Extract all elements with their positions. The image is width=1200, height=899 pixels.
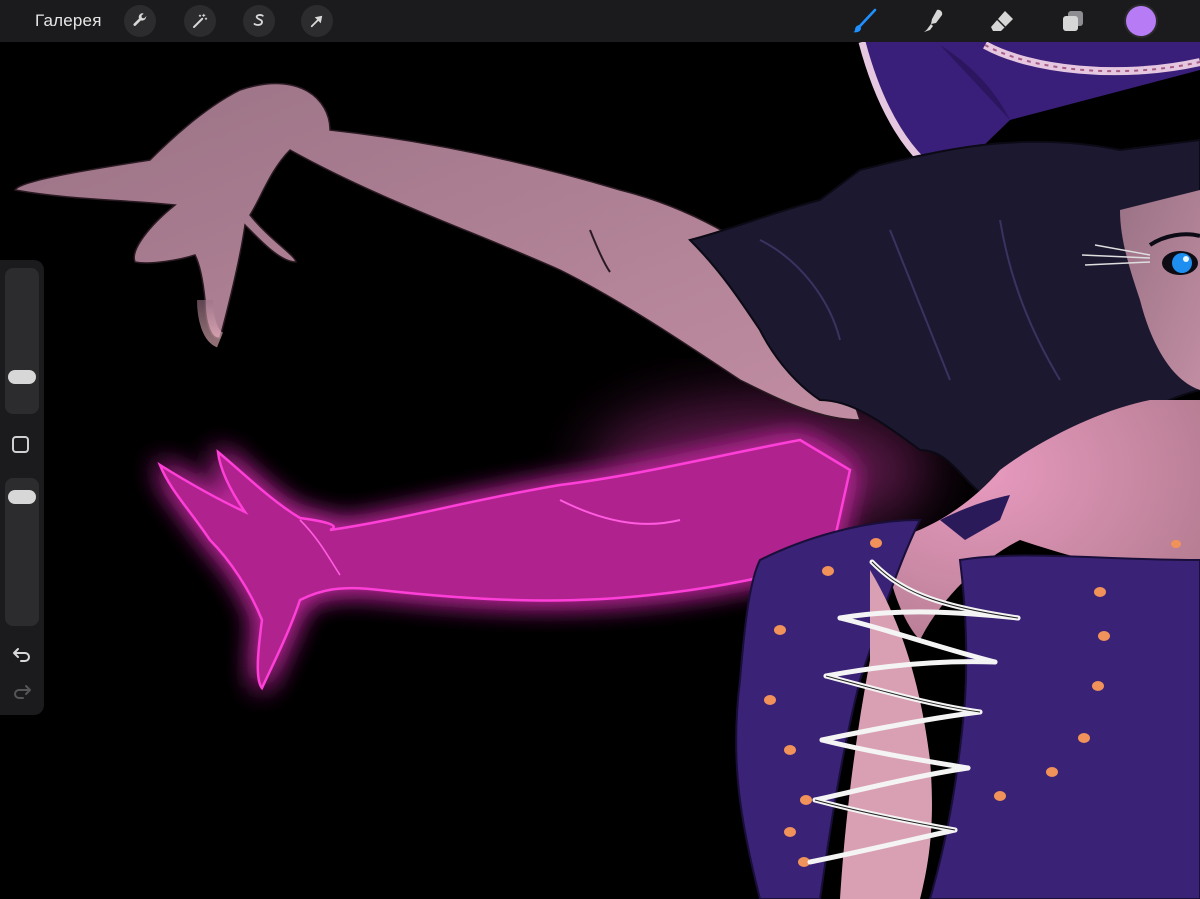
side-bar [0, 260, 44, 715]
adjustments-button[interactable] [184, 5, 216, 37]
witch-artwork [0, 42, 1200, 899]
drawing-canvas[interactable] [0, 42, 1200, 899]
brush-size-slider-thumb[interactable] [8, 370, 36, 384]
top-toolbar: Галерея [0, 0, 1200, 42]
smudge-tool-button[interactable] [918, 4, 952, 38]
eraser-icon [991, 11, 1013, 31]
square-modifier-button[interactable] [12, 436, 29, 453]
opacity-slider-thumb[interactable] [8, 490, 36, 505]
brush-tool-button[interactable] [848, 4, 882, 38]
selection-s-icon [253, 14, 264, 26]
arrow-cursor-icon [310, 15, 323, 28]
magic-wand-icon [193, 13, 208, 28]
brush-size-slider[interactable] [5, 268, 39, 414]
gallery-button[interactable]: Галерея [35, 11, 102, 31]
selection-button[interactable] [243, 5, 275, 37]
undo-icon [13, 648, 30, 662]
layers-icon [1063, 11, 1083, 31]
layers-tool-button[interactable] [1056, 4, 1090, 38]
transform-button[interactable] [301, 5, 333, 37]
color-swatch-button[interactable] [1126, 6, 1156, 36]
redo-icon [14, 685, 31, 699]
opacity-slider[interactable] [5, 478, 39, 626]
brush-icon [853, 8, 877, 33]
eraser-tool-button[interactable] [985, 4, 1019, 38]
actions-wrench-button[interactable] [124, 5, 156, 37]
undo-button[interactable] [10, 642, 34, 666]
redo-button[interactable] [10, 679, 34, 703]
wrench-icon [133, 13, 147, 26]
smudge-finger-icon [924, 9, 943, 32]
